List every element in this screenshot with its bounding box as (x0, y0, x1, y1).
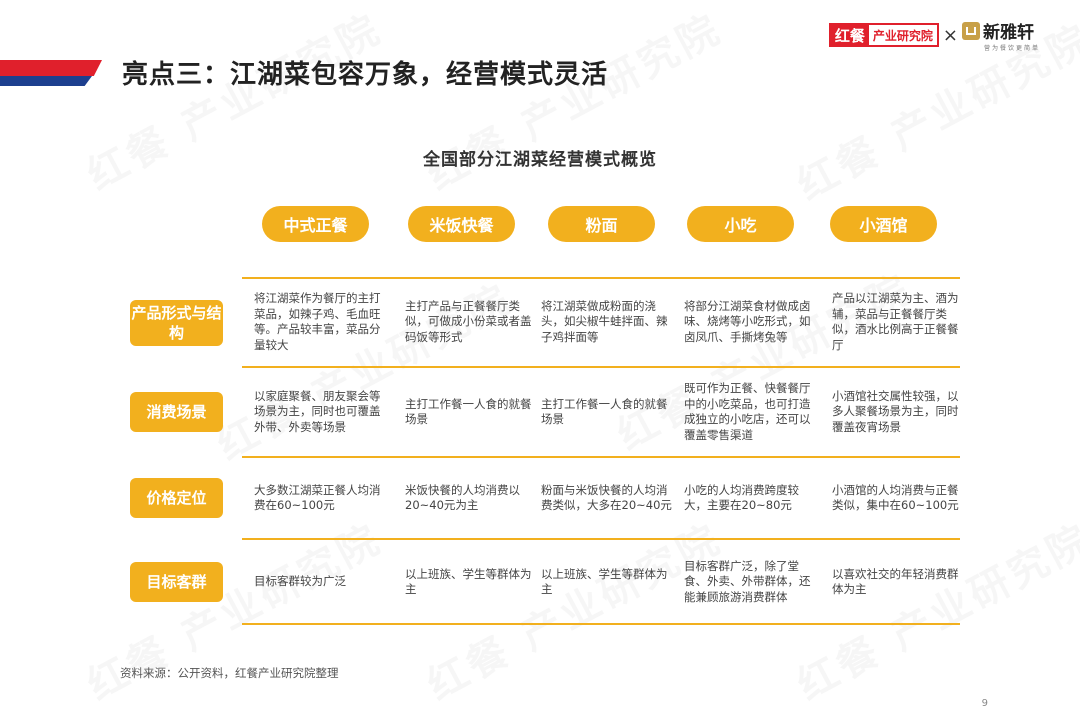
partner-logo-text: 新雅轩 (982, 23, 1034, 43)
table-cell: 小酒馆社交属性较强，以多人聚餐场景为主，同时覆盖夜宵场景 (832, 388, 959, 434)
logo-separator: × (942, 24, 958, 46)
table-cell: 以家庭聚餐、朋友聚会等场景为主，同时也可覆盖外带、外卖等场景 (254, 388, 381, 434)
table-cell: 粉面与米饭快餐的人均消费类似，大多在20~40元 (541, 482, 672, 513)
table-cell: 将江湖菜作为餐厅的主打菜品，如辣子鸡、毛血旺等。产品较丰富，菜品分量较大 (254, 291, 381, 352)
hongcan-logo-mark: 红餐 (830, 25, 869, 45)
table-divider (242, 623, 960, 625)
logo-group: 红餐 产业研究院 × 新雅轩 营为餐饮更简单 (828, 18, 1040, 52)
header-blue-stripe (0, 76, 92, 86)
table-divider (242, 456, 960, 458)
table-cell: 将江湖菜做成粉面的浇头，如尖椒牛蛙拌面、辣子鸡拌面等 (541, 298, 668, 344)
row-label: 消费场景 (130, 392, 223, 432)
partner-logo-icon (961, 21, 980, 40)
page-title: 亮点三：江湖菜包容万象，经营模式灵活 (122, 60, 609, 90)
table-cell: 将部分江湖菜食材做成卤味、烧烤等小吃形式，如卤凤爪、手撕烤兔等 (684, 298, 811, 344)
hongcan-logo: 红餐 产业研究院 (828, 23, 939, 47)
column-header: 中式正餐 (262, 206, 369, 242)
table-cell: 目标客群较为广泛 (254, 574, 346, 589)
watermark: 红餐 产业研究院 (415, 0, 730, 201)
table-title: 全国部分江湖菜经营模式概览 (423, 150, 657, 170)
row-label: 价格定位 (130, 478, 223, 518)
column-header: 小吃 (687, 206, 794, 242)
table-divider (242, 277, 960, 279)
table-cell: 产品以江湖菜为主、酒为辅，菜品与正餐餐厅类似，酒水比例高于正餐餐厅 (832, 291, 959, 352)
partner-logo-tagline: 营为餐饮更简单 (983, 45, 1040, 52)
source-note: 资料来源：公开资料，红餐产业研究院整理 (120, 666, 339, 680)
column-header: 米饭快餐 (408, 206, 515, 242)
row-label: 产品形式与结构 (130, 300, 223, 346)
table-cell: 小酒馆的人均消费与正餐类似，集中在60~100元 (832, 482, 959, 513)
table-cell: 米饭快餐的人均消费以20~40元为主 (405, 482, 520, 513)
header-red-stripe (0, 60, 102, 76)
table-cell: 大多数江湖菜正餐人均消费在60~100元 (254, 482, 381, 513)
table-cell: 小吃的人均消费跨度较大，主要在20~80元 (684, 482, 799, 513)
table-divider (242, 538, 960, 540)
table-cell: 以喜欢社交的年轻消费群体为主 (832, 566, 959, 597)
table-cell: 主打工作餐一人食的就餐场景 (405, 396, 532, 427)
hongcan-logo-text: 产业研究院 (872, 28, 933, 43)
row-label: 目标客群 (130, 562, 223, 602)
table-cell: 以上班族、学生等群体为主 (541, 566, 668, 597)
table-divider (242, 366, 960, 368)
table-cell: 目标客群广泛，除了堂食、外卖、外带群体，还能兼顾旅游消费群体 (684, 558, 811, 604)
column-header: 小酒馆 (830, 206, 937, 242)
table-cell: 既可作为正餐、快餐餐厅中的小吃菜品，也可打造成独立的小吃店，还可以覆盖零售渠道 (684, 381, 811, 442)
page-number: 9 (981, 698, 988, 709)
partner-logo: 新雅轩 营为餐饮更简单 (961, 18, 1040, 52)
watermark: 红餐 产业研究院 (75, 0, 390, 201)
column-header: 粉面 (548, 206, 655, 242)
table-cell: 主打产品与正餐餐厅类似，可做成小份菜或者盖码饭等形式 (405, 298, 532, 344)
table-cell: 以上班族、学生等群体为主 (405, 566, 532, 597)
table-cell: 主打工作餐一人食的就餐场景 (541, 396, 668, 427)
